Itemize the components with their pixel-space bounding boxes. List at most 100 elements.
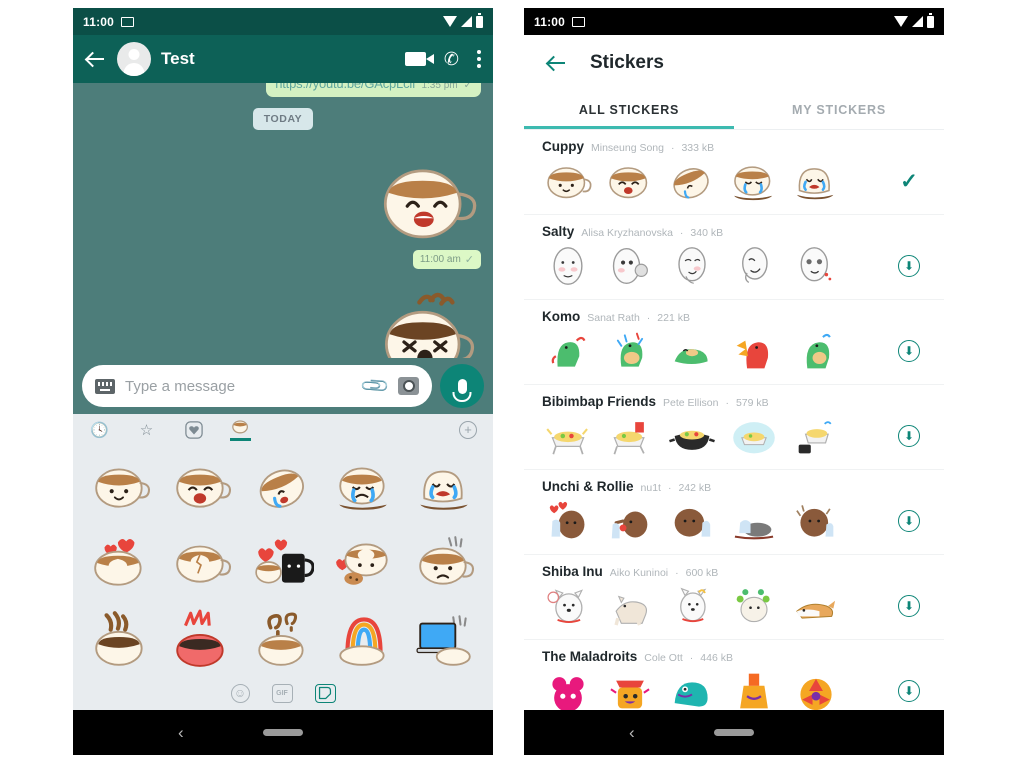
sticker-item[interactable] (404, 600, 485, 676)
sticker-timestamp-1: 11:00 am ✓ (412, 250, 481, 269)
sticker-pack-row[interactable]: Unchi & Rollie nu1t · 242 kB ⬇ (524, 470, 944, 555)
gif-icon[interactable]: GIF (271, 683, 293, 703)
tab-all-stickers[interactable]: ALL STICKERS (524, 90, 734, 129)
pack-installed-check[interactable]: ✓ (892, 171, 926, 192)
pack-preview-stickers (542, 240, 892, 292)
sticker-item[interactable] (323, 448, 404, 524)
sticker-pack-list[interactable]: Cuppy Minseung Song · 333 kB ✓ Salty Ali… (524, 130, 944, 710)
pack-name: Unchi & Rollie (542, 479, 634, 494)
camera-icon[interactable] (398, 377, 419, 395)
tab-my-stickers[interactable]: MY STICKERS (734, 90, 944, 129)
sticker-item[interactable] (162, 524, 243, 600)
message-row-sticker-2[interactable]: 11:00 am ✓ (85, 289, 481, 358)
pack-sticker-thumb (549, 501, 585, 539)
sticker-item[interactable] (162, 600, 243, 676)
wifi-icon (894, 16, 908, 27)
voice-record-button[interactable] (440, 364, 484, 408)
pack-name: Cuppy (542, 139, 584, 154)
pack-sticker-thumb (800, 678, 832, 710)
message-input-pill[interactable]: 📎 (82, 365, 432, 407)
sticker-pack-row[interactable]: The Maladroits Cole Ott · 446 kB ⬇ (524, 640, 944, 710)
mic-icon (457, 378, 467, 394)
check-icon: ✓ (900, 169, 918, 193)
sticker-tab-starred[interactable]: ☆ (136, 420, 157, 441)
chat-header: Test ✆ (73, 35, 493, 83)
back-arrow-icon[interactable] (546, 52, 568, 74)
link-message-bubble[interactable]: https://youtu.be/GAcpLcif 1:35 pm ✓ (266, 83, 481, 97)
sticker-item[interactable] (323, 600, 404, 676)
sticker-item[interactable] (81, 600, 162, 676)
attachment-icon[interactable]: 📎 (360, 370, 392, 402)
status-time: 11:00 (534, 14, 566, 29)
sticker-item[interactable] (243, 448, 324, 524)
pack-title-row: Cuppy Minseung Song · 333 kB (542, 139, 926, 154)
link-message-time: 1:35 pm (421, 83, 458, 91)
back-arrow-icon[interactable] (85, 48, 107, 70)
message-input[interactable] (125, 377, 355, 395)
contact-avatar[interactable] (117, 42, 151, 76)
pack-title-row: Shiba Inu Aiko Kuninoi · 600 kB (542, 564, 926, 579)
android-nav-bar: ‹ (524, 710, 944, 755)
pack-size: 579 kB (735, 397, 769, 409)
sticker-tab-cuppy-pack[interactable] (230, 419, 251, 441)
add-sticker-pack-button[interactable]: + (459, 421, 477, 439)
page-title: Stickers (590, 51, 664, 73)
pack-preview-stickers (542, 155, 892, 207)
chat-message-list[interactable]: https://youtu.be/GAcpLcif 1:35 pm ✓ TODA… (73, 83, 493, 358)
download-icon: ⬇ (898, 340, 920, 362)
pack-download-button[interactable]: ⬇ (892, 425, 926, 447)
download-icon: ⬇ (898, 680, 920, 702)
sticker-pack-row[interactable]: Bibimbap Friends Pete Ellison · 579 kB ⬇ (524, 385, 944, 470)
nav-back-button[interactable]: ‹ (629, 723, 635, 743)
sticker-item[interactable] (404, 524, 485, 600)
video-call-icon[interactable] (404, 52, 434, 66)
pack-sticker-thumb (736, 589, 770, 623)
pack-name: Bibimbap Friends (542, 394, 657, 409)
pack-preview-stickers (542, 410, 892, 462)
pack-separator: · (679, 227, 684, 239)
pack-title-row: The Maladroits Cole Ott · 446 kB (542, 649, 926, 664)
pack-sticker-thumb (614, 595, 648, 626)
pack-download-button[interactable]: ⬇ (892, 595, 926, 617)
battery-icon (476, 13, 483, 28)
sticker-item[interactable] (243, 600, 324, 676)
pack-name: Salty (542, 224, 575, 239)
sticker-item[interactable] (162, 448, 243, 524)
sticker-item[interactable] (81, 524, 162, 600)
sticker-pack-row[interactable]: Salty Alisa Kryzhanovska · 340 kB ⬇ (524, 215, 944, 300)
sticker-tab-favorites[interactable] (183, 420, 204, 441)
pack-download-button[interactable]: ⬇ (892, 510, 926, 532)
sticker-item[interactable] (243, 524, 324, 600)
link-message-text: https://youtu.be/GAcpLcif (275, 83, 416, 91)
sticker-pack-row[interactable]: Komo Sanat Rath · 221 kB ⬇ (524, 300, 944, 385)
pack-author: Aiko Kuninoi (609, 567, 669, 579)
sticker-item[interactable] (404, 448, 485, 524)
sticker-tab-recent[interactable]: 🕓 (89, 420, 110, 441)
pack-sticker-thumb (616, 332, 644, 367)
emoji-icon[interactable]: ☺ (230, 683, 250, 703)
pack-download-button[interactable]: ⬇ (892, 340, 926, 362)
pack-separator: · (725, 397, 729, 409)
sticker-pack-row[interactable]: Cuppy Minseung Song · 333 kB ✓ (524, 130, 944, 215)
sticker-pack-row[interactable]: Shiba Inu Aiko Kuninoi · 600 kB ⬇ (524, 555, 944, 640)
sticker-icon[interactable] (314, 683, 336, 703)
message-input-bar: 📎 (73, 358, 493, 414)
nav-back-button[interactable]: ‹ (178, 723, 184, 743)
status-bar: 11:00 (73, 8, 493, 35)
nav-home-pill[interactable] (714, 729, 754, 736)
pack-name: The Maladroits (542, 649, 638, 664)
pack-size: 340 kB (690, 227, 724, 239)
link-message-status: ✓ (463, 83, 472, 91)
pack-download-button[interactable]: ⬇ (892, 680, 926, 702)
overflow-menu-icon[interactable] (477, 50, 481, 68)
voice-call-icon[interactable]: ✆ (444, 50, 459, 68)
pack-sticker-thumb (673, 168, 709, 199)
message-row-sticker-1[interactable]: 11:00 am ✓ (85, 152, 481, 269)
pack-download-button[interactable]: ⬇ (892, 255, 926, 277)
sticker-item[interactable] (81, 448, 162, 524)
keyboard-icon[interactable] (95, 378, 115, 394)
pack-separator: · (670, 142, 675, 154)
sticker-item[interactable] (323, 524, 404, 600)
sticker-cuppy-shocked (385, 292, 475, 358)
nav-home-pill[interactable] (263, 729, 303, 736)
